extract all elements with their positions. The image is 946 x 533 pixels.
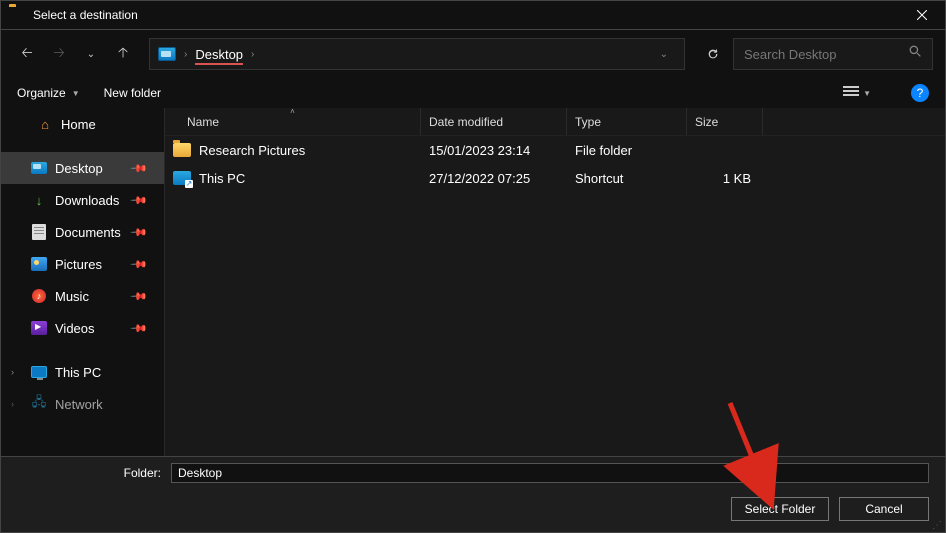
- chevron-right-icon[interactable]: ›: [251, 49, 254, 60]
- column-name[interactable]: ˄ Name: [165, 108, 421, 135]
- search-icon: [909, 45, 922, 63]
- refresh-button[interactable]: [697, 38, 729, 70]
- document-icon: [31, 224, 47, 240]
- file-type: File folder: [567, 143, 687, 158]
- file-date: 15/01/2023 23:14: [421, 143, 567, 158]
- file-list: ˄ Name Date modified Type Size Research …: [165, 108, 945, 456]
- chevron-right-icon: ›: [184, 49, 187, 60]
- file-row[interactable]: Research Pictures 15/01/2023 23:14File fo…: [165, 136, 945, 164]
- chevron-down-icon: ▼: [863, 89, 871, 98]
- close-button[interactable]: [899, 0, 945, 30]
- home-icon: ⌂: [37, 116, 53, 132]
- navigation-row: 🡠 🡢 ⌄ 🡡 › Desktop › ⌄ Search Desktop: [0, 30, 946, 78]
- videos-icon: [31, 320, 47, 336]
- folder-label: Folder:: [17, 466, 165, 480]
- column-headers: ˄ Name Date modified Type Size: [165, 108, 945, 136]
- chevron-right-icon[interactable]: ›: [11, 367, 14, 377]
- folder-icon: [9, 7, 25, 23]
- title-bar: Select a destination: [0, 0, 946, 30]
- back-button[interactable]: 🡠: [13, 38, 41, 70]
- file-name: This PC: [199, 171, 245, 186]
- pc-icon: [31, 364, 47, 380]
- music-icon: ♪: [31, 288, 47, 304]
- column-date[interactable]: Date modified: [421, 108, 567, 135]
- pin-icon: 📌: [130, 255, 149, 274]
- network-icon: 🖧: [31, 396, 47, 412]
- organize-button[interactable]: Organize ▼: [17, 86, 80, 100]
- new-folder-button[interactable]: New folder: [104, 86, 161, 100]
- forward-button[interactable]: 🡢: [45, 38, 73, 70]
- sidebar-label: This PC: [55, 365, 101, 380]
- window-title: Select a destination: [33, 8, 899, 22]
- pin-icon: 📌: [130, 223, 149, 242]
- pin-icon: 📌: [130, 319, 149, 338]
- chevron-down-icon[interactable]: ⌄: [660, 49, 668, 60]
- sidebar-label: Downloads: [55, 193, 119, 208]
- breadcrumb-bar[interactable]: › Desktop › ⌄: [149, 38, 685, 70]
- main-area: ⌂ Home Desktop 📌 ↓ Downloads 📌 Documents…: [0, 108, 946, 456]
- sidebar-item-downloads[interactable]: ↓ Downloads 📌: [1, 184, 164, 216]
- shortcut-icon: [173, 171, 191, 185]
- sidebar-label: Videos: [55, 321, 95, 336]
- file-type: Shortcut: [567, 171, 687, 186]
- sidebar-item-videos[interactable]: Videos 📌: [1, 312, 164, 344]
- sidebar-label: Network: [55, 397, 103, 412]
- view-button[interactable]: ▼: [843, 86, 871, 100]
- sidebar-item-pictures[interactable]: Pictures 📌: [1, 248, 164, 280]
- folder-input[interactable]: [171, 463, 929, 483]
- sidebar-item-thispc[interactable]: › This PC: [1, 356, 164, 388]
- help-button[interactable]: ?: [911, 84, 929, 102]
- download-icon: ↓: [31, 192, 47, 208]
- sidebar-item-desktop[interactable]: Desktop 📌: [1, 152, 164, 184]
- toolbar: Organize ▼ New folder ▼ ?: [0, 78, 946, 108]
- cancel-button[interactable]: Cancel: [839, 497, 929, 521]
- sidebar-label: Pictures: [55, 257, 102, 272]
- file-date: 27/12/2022 07:25: [421, 171, 567, 186]
- pin-icon: 📌: [130, 159, 149, 178]
- pin-icon: 📌: [130, 287, 149, 306]
- sidebar-label: Music: [55, 289, 89, 304]
- list-view-icon: [843, 86, 859, 100]
- sidebar: ⌂ Home Desktop 📌 ↓ Downloads 📌 Documents…: [1, 108, 165, 456]
- column-size[interactable]: Size: [687, 108, 763, 135]
- breadcrumb-location[interactable]: Desktop: [195, 47, 243, 65]
- search-input[interactable]: Search Desktop: [733, 38, 933, 70]
- desktop-icon: [158, 47, 176, 61]
- file-name: Research Pictures: [199, 143, 305, 158]
- file-row[interactable]: This PC 27/12/2022 07:25Shortcut1 KB: [165, 164, 945, 192]
- sidebar-item-home[interactable]: ⌂ Home: [1, 108, 164, 140]
- sidebar-item-music[interactable]: ♪ Music 📌: [1, 280, 164, 312]
- desktop-icon: [31, 160, 47, 176]
- sidebar-label: Home: [61, 117, 96, 132]
- search-placeholder: Search Desktop: [744, 47, 837, 62]
- new-folder-label: New folder: [104, 86, 161, 100]
- recent-dropdown[interactable]: ⌄: [77, 38, 105, 70]
- file-size: 1 KB: [687, 171, 763, 186]
- chevron-right-icon[interactable]: ›: [11, 399, 14, 409]
- folder-icon: [173, 143, 191, 157]
- up-button[interactable]: 🡡: [109, 38, 137, 70]
- pin-icon: 📌: [130, 191, 149, 210]
- sidebar-label: Documents: [55, 225, 121, 240]
- sidebar-item-network[interactable]: › 🖧 Network: [1, 388, 164, 420]
- footer: Folder: Select Folder Cancel: [0, 456, 946, 533]
- select-folder-button[interactable]: Select Folder: [731, 497, 829, 521]
- organize-label: Organize: [17, 86, 66, 100]
- column-type[interactable]: Type: [567, 108, 687, 135]
- sidebar-item-documents[interactable]: Documents 📌: [1, 216, 164, 248]
- sidebar-label: Desktop: [55, 161, 103, 176]
- chevron-down-icon: ▼: [72, 89, 80, 98]
- sort-asc-icon: ˄: [290, 107, 295, 116]
- pictures-icon: [31, 256, 47, 272]
